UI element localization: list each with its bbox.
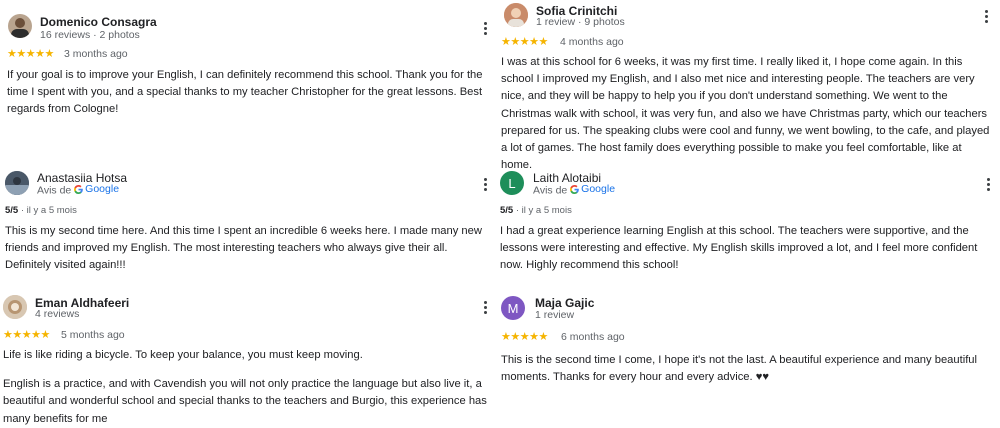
star-rating: ★★★★★ (7, 48, 54, 60)
avatar-initial: L (508, 175, 516, 191)
google-icon (74, 184, 83, 194)
review-age: 4 months ago (560, 36, 624, 48)
review-text-paragraph: English is a practice, and with Cavendis… (3, 378, 487, 425)
star-rating: ★★★★★ (3, 329, 50, 341)
avatar[interactable]: L (500, 171, 524, 195)
avatar[interactable] (8, 14, 32, 38)
review-age: 3 months ago (64, 48, 128, 60)
review-text: This is the second time I come, I hope i… (501, 354, 978, 384)
review-text-paragraph: Life is like riding a bicycle. To keep y… (3, 349, 363, 361)
google-icon (570, 184, 579, 194)
score-value: 5/5 (5, 205, 19, 216)
score-age: · il y a 5 mois (513, 205, 572, 216)
google-source-label: Google (581, 183, 616, 195)
review-text: I was at this school for 6 weeks, it was… (501, 56, 990, 172)
more-options-icon[interactable] (478, 298, 492, 316)
google-source-label: Google (85, 183, 120, 195)
review-text: Life is like riding a bicycle. To keep y… (3, 347, 491, 428)
avatar-initial: M (507, 300, 519, 316)
score-value: 5/5 (500, 205, 514, 216)
avatar[interactable]: M (501, 296, 525, 320)
star-rating: ★★★★★ (501, 36, 548, 48)
google-source-link[interactable]: Google (570, 183, 615, 195)
review-source: Avis de Google (37, 183, 119, 197)
score-line: 5/5 · il y a 5 mois (5, 205, 77, 216)
reviewer-meta: 1 review (535, 309, 575, 321)
more-options-icon[interactable] (478, 175, 492, 193)
review-source-prefix: Avis de (37, 184, 72, 197)
review-age: 6 months ago (561, 331, 625, 343)
review-text: I had a great experience learning Englis… (500, 225, 978, 272)
more-options-icon[interactable] (981, 175, 995, 193)
review-source-prefix: Avis de (533, 184, 568, 197)
reviewer-meta: 4 reviews (35, 308, 80, 320)
score-line: 5/5 · il y a 5 mois (500, 205, 572, 216)
more-options-icon[interactable] (478, 19, 492, 37)
more-options-icon[interactable] (979, 7, 993, 25)
reviewer-meta: 16 reviews · 2 photos (40, 29, 140, 41)
google-source-link[interactable]: Google (74, 183, 119, 195)
avatar[interactable] (504, 3, 528, 27)
avatar[interactable] (5, 171, 29, 195)
star-rating: ★★★★★ (501, 331, 548, 343)
review-text: If your goal is to improve your English,… (7, 69, 483, 116)
review-age: 5 months ago (61, 329, 125, 341)
review-source: Avis de Google (533, 183, 615, 197)
reviewer-meta: 1 review · 9 photos (536, 16, 625, 28)
reviewer-name[interactable]: Maja Gajic (535, 296, 594, 310)
avatar[interactable] (3, 295, 27, 319)
score-age: · il y a 5 mois (18, 205, 77, 216)
review-text: This is my second time here. And this ti… (5, 225, 482, 272)
reviewer-name[interactable]: Domenico Consagra (40, 15, 157, 29)
